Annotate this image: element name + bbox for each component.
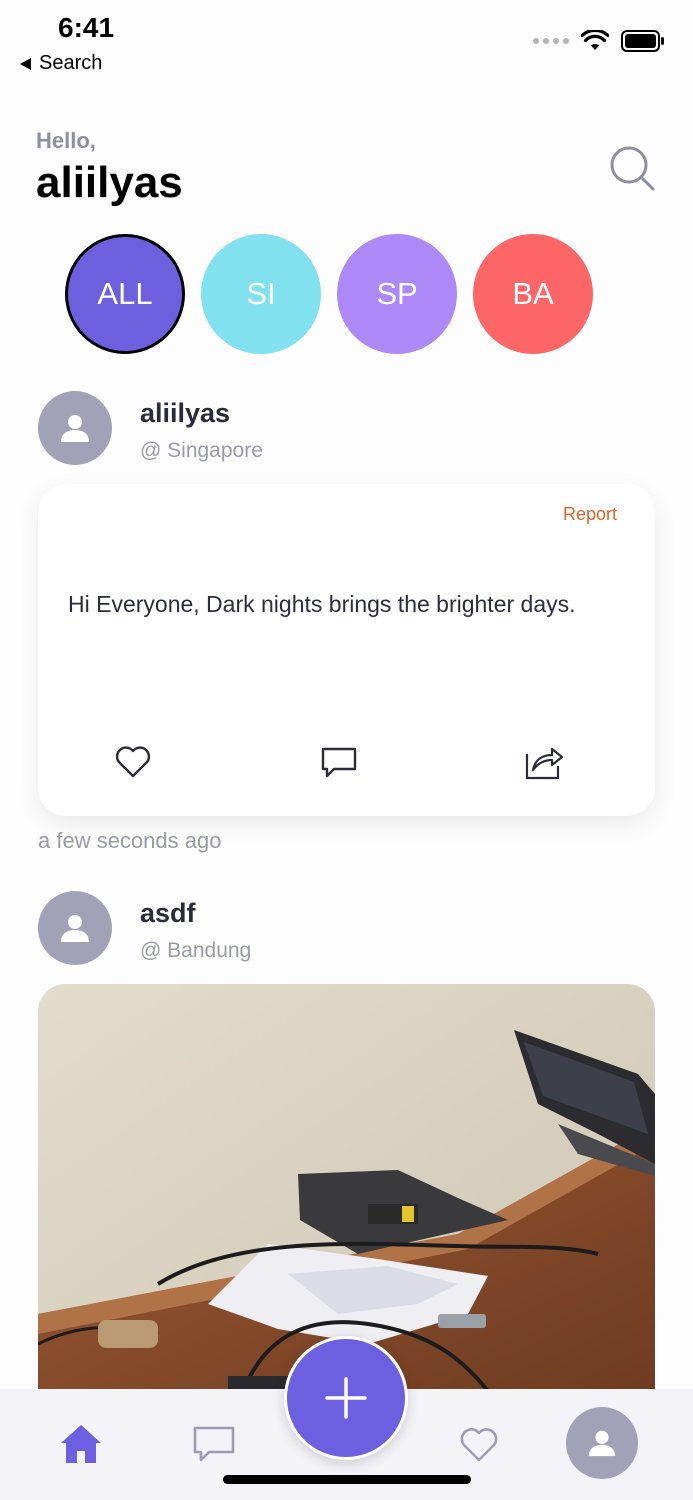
tab-profile[interactable] [566,1407,638,1479]
user-icon [61,415,89,442]
comment-icon [321,747,357,778]
category-sp[interactable]: SP [337,234,457,354]
post-text: Hi Everyone, Dark nights brings the brig… [68,591,576,617]
battery-icon [621,30,664,52]
page-title-username: aliilyas [36,158,183,207]
chat-icon [193,1426,235,1462]
home-indicator [223,1475,471,1484]
share-icon [525,747,564,780]
tab-home[interactable] [58,1422,104,1471]
add-icon [325,1377,367,1419]
post-timestamp: a few seconds ago [38,828,222,853]
status-time: 6:41 [58,12,115,43]
category-label: SP [376,276,418,311]
search-button[interactable] [606,142,658,194]
profile-icon [588,1430,616,1457]
post-author-name[interactable]: asdf [140,898,196,929]
post-location: @ Bandung [140,939,252,962]
signal-icon [533,38,569,44]
category-all[interactable]: ALL [65,234,185,354]
report-link[interactable]: Report [563,504,617,525]
category-label: BA [512,276,554,311]
status-indicators [533,30,665,52]
category-label: SI [246,276,276,311]
category-filter-row: ALL SI SP BA [0,234,693,354]
back-to-search[interactable]: Search [20,52,102,75]
greeting: Hello, [36,128,96,153]
post-location: @ Singapore [140,439,263,462]
post-author-avatar[interactable] [38,891,112,965]
category-label: ALL [97,276,153,311]
home-icon [61,1425,101,1463]
user-icon [61,915,89,942]
post-card: Report Hi Everyone, Dark nights brings t… [38,484,655,816]
post-author-avatar[interactable] [38,391,112,465]
wifi-icon [581,30,609,50]
back-label: Search [39,52,103,74]
create-post-button[interactable] [284,1336,408,1460]
category-si[interactable]: SI [201,234,321,354]
like-button[interactable] [113,742,153,782]
share-button[interactable] [524,742,564,782]
back-arrow-icon [20,57,31,70]
tab-favorites[interactable] [458,1425,500,1470]
post-author-name[interactable]: aliilyas [140,398,230,429]
comment-button[interactable] [319,742,359,782]
category-ba[interactable]: BA [473,234,593,354]
heart-icon [115,746,151,778]
search-icon [610,146,655,191]
tab-messages[interactable] [192,1425,236,1470]
heart-icon [460,1428,498,1462]
